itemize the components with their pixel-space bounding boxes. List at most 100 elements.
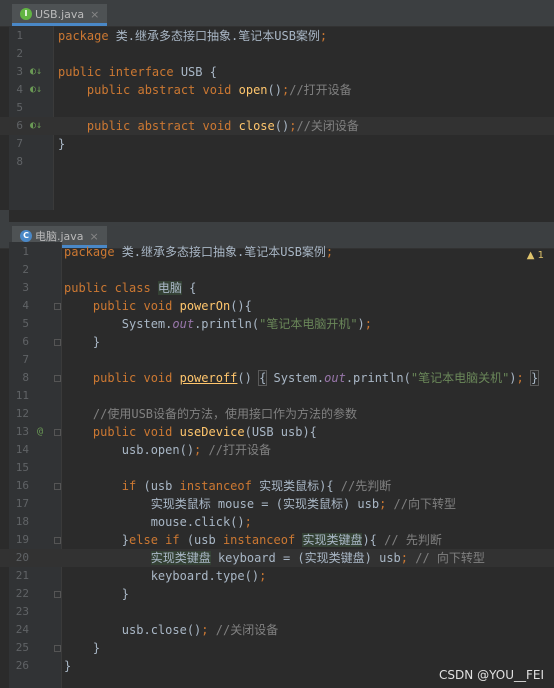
code-token: keyboard.type() bbox=[64, 569, 260, 583]
code-token: //关闭设备 bbox=[208, 623, 279, 637]
code-token: } bbox=[64, 533, 130, 547]
implemented-marker-icon[interactable]: ◐↓ bbox=[30, 117, 42, 135]
code-text: public void poweroff() { System.out.prin… bbox=[64, 369, 540, 387]
code-token: } bbox=[64, 335, 101, 349]
code-token: ; bbox=[201, 623, 209, 637]
code-token: ){ bbox=[362, 533, 385, 547]
code-line[interactable]: 16 if (usb instanceof 实现类鼠标){ //先判断 bbox=[0, 477, 554, 495]
fold-toggle-icon[interactable] bbox=[54, 591, 61, 598]
code-text: public class 电脑 { bbox=[64, 279, 196, 297]
fold-toggle-icon[interactable] bbox=[54, 339, 61, 346]
code-text: } bbox=[64, 333, 100, 351]
code-token: mouse.click() bbox=[64, 515, 245, 529]
code-line[interactable]: 4 ◐↓ public abstract void open();//打开设备 bbox=[0, 81, 554, 99]
code-line[interactable]: 4 public void powerOn(){ bbox=[0, 297, 554, 315]
code-line[interactable]: 5 bbox=[0, 99, 554, 117]
code-line[interactable]: 21 keyboard.type(); bbox=[0, 567, 554, 585]
code-token: public void bbox=[92, 371, 180, 385]
line-number: 7 bbox=[22, 353, 29, 366]
fold-toggle-icon[interactable] bbox=[54, 303, 61, 310]
code-token: usb.close() bbox=[64, 623, 202, 637]
close-icon[interactable]: × bbox=[90, 230, 99, 243]
code-token: //使用USB设备的方法，使用接口作为方法的参数 bbox=[92, 407, 358, 421]
code-line[interactable]: 5 System.out.println("笔记本电脑开机"); bbox=[0, 315, 554, 333]
code-line[interactable]: 1 package 类.继承多态接口抽象.笔记本USB案例; bbox=[0, 27, 554, 45]
code-token: } bbox=[529, 370, 540, 386]
code-line[interactable]: 25 } bbox=[0, 639, 554, 657]
code-token: public class bbox=[64, 281, 158, 295]
line-number: 4 bbox=[16, 83, 23, 96]
code-token: ; bbox=[319, 29, 328, 43]
code-token: powerOn bbox=[179, 299, 231, 313]
code-line[interactable]: 7 bbox=[0, 351, 554, 369]
code-token: useDevice bbox=[179, 425, 245, 439]
code-line[interactable]: 13 @ public void useDevice(USB usb){ bbox=[0, 423, 554, 441]
code-line[interactable]: 6 ◐↓ public abstract void close();//关闭设备 bbox=[0, 117, 554, 135]
fold-toggle-icon[interactable] bbox=[54, 645, 61, 652]
code-line[interactable]: 15 bbox=[0, 459, 554, 477]
fold-toggle-icon[interactable] bbox=[54, 375, 61, 382]
code-line[interactable]: 3 public class 电脑 { bbox=[0, 279, 554, 297]
override-marker-icon[interactable]: @ bbox=[37, 423, 43, 441]
tab-usb-java[interactable]: I USB.java × bbox=[12, 4, 108, 26]
code-line[interactable]: 2 bbox=[0, 45, 554, 63]
code-token: () bbox=[274, 119, 290, 133]
code-token: //打开设备 bbox=[289, 83, 352, 97]
code-line[interactable]: 24 usb.close(); //关闭设备 bbox=[0, 621, 554, 639]
code-token: "笔记本电脑开机" bbox=[259, 317, 358, 331]
fold-toggle-icon[interactable] bbox=[54, 537, 61, 544]
code-line[interactable]: 18 mouse.click(); bbox=[0, 513, 554, 531]
code-text: public interface USB { bbox=[58, 63, 217, 81]
code-line[interactable]: 2 bbox=[0, 261, 554, 279]
fold-toggle-icon[interactable] bbox=[54, 429, 61, 436]
code-token: 类.继承多态接口抽象.笔记本USB案例 bbox=[121, 245, 326, 259]
close-icon[interactable]: × bbox=[90, 8, 99, 21]
implemented-marker-icon[interactable]: ◐↓ bbox=[30, 63, 42, 81]
code-token: ; bbox=[259, 569, 267, 583]
code-token: ; bbox=[516, 371, 524, 385]
code-line[interactable]: 8 bbox=[0, 153, 554, 171]
editor-pane-usb[interactable]: I USB.java × 1 package 类.继承多态接口抽象.笔记本USB案例;… bbox=[0, 0, 554, 210]
code-token: 电脑 bbox=[157, 281, 182, 295]
code-line[interactable]: 1 package 类.继承多态接口抽象.笔记本USB案例; bbox=[0, 243, 554, 261]
code-line[interactable]: 14 usb.open(); //打开设备 bbox=[0, 441, 554, 459]
code-text: } bbox=[58, 135, 65, 153]
code-line[interactable]: 19 }else if (usb instanceof 实现类键盘){ // 先… bbox=[0, 531, 554, 549]
code-token: .println( bbox=[194, 317, 260, 331]
code-line[interactable]: 20 实现类键盘 keyboard = (实现类键盘) usb; // 向下转型 bbox=[0, 549, 554, 567]
code-token: public interface bbox=[58, 65, 181, 79]
code-token: package bbox=[58, 29, 116, 43]
code-token: .println( bbox=[345, 371, 411, 385]
code-line[interactable]: 11 bbox=[0, 387, 554, 405]
line-number: 16 bbox=[15, 479, 29, 492]
implemented-marker-icon[interactable]: ◐↓ bbox=[30, 81, 42, 99]
code-token: (usb bbox=[143, 479, 180, 493]
line-number: 14 bbox=[15, 443, 29, 456]
line-number: 1 bbox=[22, 245, 29, 258]
code-line[interactable]: 12 //使用USB设备的方法，使用接口作为方法的参数 bbox=[0, 405, 554, 423]
line-number: 3 bbox=[16, 65, 23, 78]
code-text: mouse.click(); bbox=[64, 513, 252, 531]
code-line[interactable]: 6 } bbox=[0, 333, 554, 351]
code-token: usb.open() bbox=[64, 443, 195, 457]
code-line[interactable]: 3 ◐↓ public interface USB { bbox=[0, 63, 554, 81]
code-token: keyboard = (实现类键盘) usb bbox=[210, 551, 401, 565]
code-line[interactable]: 7} bbox=[0, 135, 554, 153]
code-line[interactable]: 22 } bbox=[0, 585, 554, 603]
code-text: } bbox=[64, 657, 71, 675]
fold-toggle-icon[interactable] bbox=[54, 483, 61, 490]
code-line[interactable]: 23 bbox=[0, 603, 554, 621]
line-number: 2 bbox=[22, 263, 29, 276]
code-token: //向下转型 bbox=[386, 497, 456, 511]
code-line[interactable]: 17 实现类鼠标 mouse = (实现类鼠标) usb; //向下转型 bbox=[0, 495, 554, 513]
editor-pane-pc[interactable]: C 电脑.java × ▲ 1 1 package 类.继承多态接口抽象.笔记本USB… bbox=[0, 222, 554, 688]
code-text: package 类.继承多态接口抽象.笔记本USB案例; bbox=[64, 243, 333, 261]
code-line[interactable]: 8 public void poweroff() { System.out.pr… bbox=[0, 369, 554, 387]
code-text: public abstract void open();//打开设备 bbox=[58, 81, 352, 99]
line-number: 15 bbox=[15, 461, 29, 474]
line-number: 8 bbox=[22, 371, 29, 384]
code-token: ) bbox=[357, 317, 365, 331]
class-icon: C bbox=[20, 230, 32, 242]
